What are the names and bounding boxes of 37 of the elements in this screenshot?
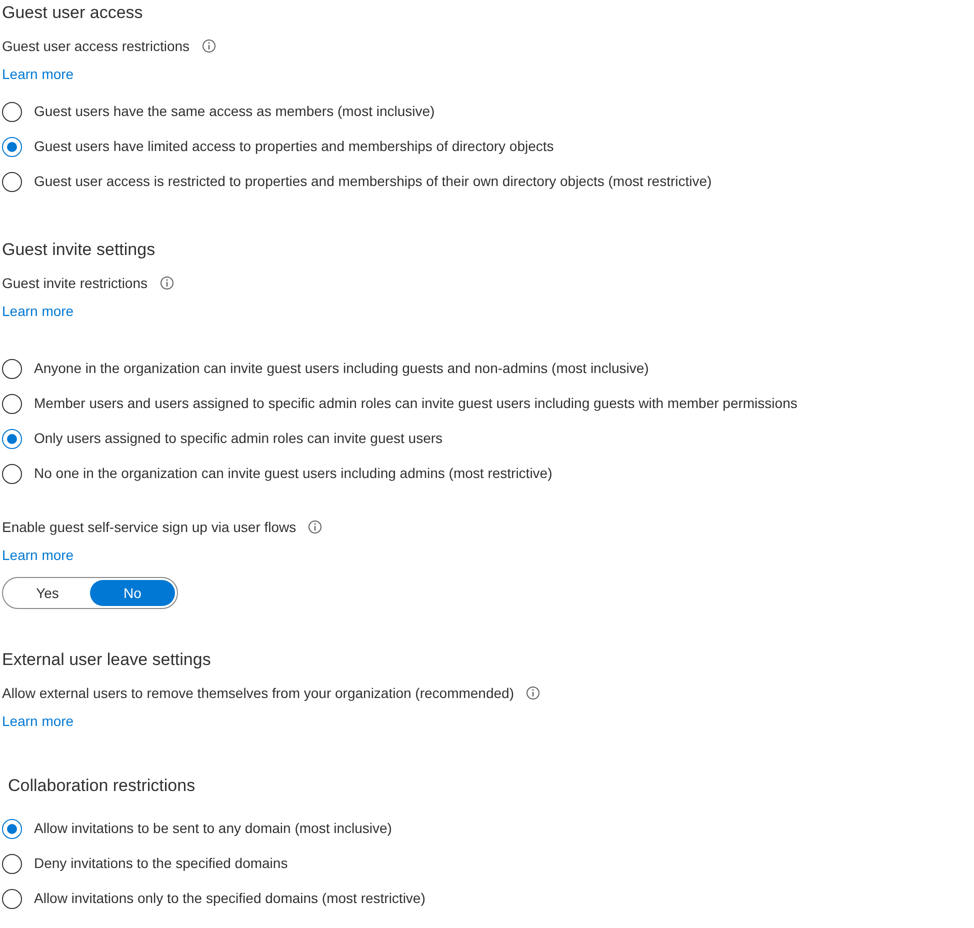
- setting-label: Guest invite restrictions: [2, 274, 148, 292]
- toggle-option[interactable]: No: [90, 580, 175, 606]
- learn-more-link[interactable]: Learn more: [2, 300, 74, 322]
- info-icon: [202, 39, 216, 53]
- radio-button[interactable]: [2, 102, 22, 122]
- info-icon: [526, 686, 540, 700]
- section-heading: Guest invite settings: [2, 239, 156, 262]
- setting-label: Guest user access restrictions: [2, 36, 190, 56]
- section-heading: External user leave settings: [2, 649, 212, 672]
- radio-label: Guest users have the same access as members (most inclusive): [34, 102, 435, 121]
- radio-button[interactable]: [2, 358, 22, 378]
- radio-button[interactable]: [2, 854, 22, 874]
- radio-button[interactable]: [2, 172, 22, 192]
- radio-button[interactable]: [2, 464, 22, 484]
- radio-button[interactable]: [2, 394, 22, 414]
- radio-label: Guest user access is restricted to properties and memberships of their own directory objects (most restrictive): [34, 172, 712, 191]
- radio-label: Deny invitations to the specified domains: [34, 854, 288, 873]
- setting-label: Enable guest self-service sign up via user flows: [2, 518, 296, 537]
- radio-label: Guest users have limited access to properties and memberships of directory objects: [34, 137, 554, 156]
- radio-button[interactable]: [2, 888, 22, 908]
- setting-label: Allow external users to remove themselves from your organization (recommended): [2, 684, 514, 703]
- radio-button[interactable]: [2, 136, 22, 156]
- info-icon: [160, 276, 174, 290]
- radio-label: Only users assigned to specific admin roles can invite guest users: [34, 429, 443, 448]
- learn-more-link[interactable]: Learn more: [2, 64, 74, 84]
- info-icon: [308, 520, 322, 534]
- learn-more-link[interactable]: Learn more: [2, 710, 74, 732]
- radio-button[interactable]: [2, 428, 22, 448]
- section-heading: Collaboration restrictions: [8, 775, 196, 798]
- radio-label: Anyone in the organization can invite guest users including guests and non-admins (most inclusive): [34, 359, 649, 378]
- radio-label: Allow invitations only to the specified domains (most restrictive): [34, 889, 426, 908]
- learn-more-link[interactable]: Learn more: [2, 544, 74, 566]
- radio-label: No one in the organization can invite guest users including admins (most restrictive): [34, 464, 552, 483]
- radio-label: Member users and users assigned to specific admin roles can invite guest users including guests with member permissions: [34, 394, 798, 413]
- radio-button[interactable]: [2, 818, 22, 838]
- section-heading: Guest user access: [2, 2, 144, 24]
- radio-label: Allow invitations to be sent to any domain (most inclusive): [34, 819, 392, 838]
